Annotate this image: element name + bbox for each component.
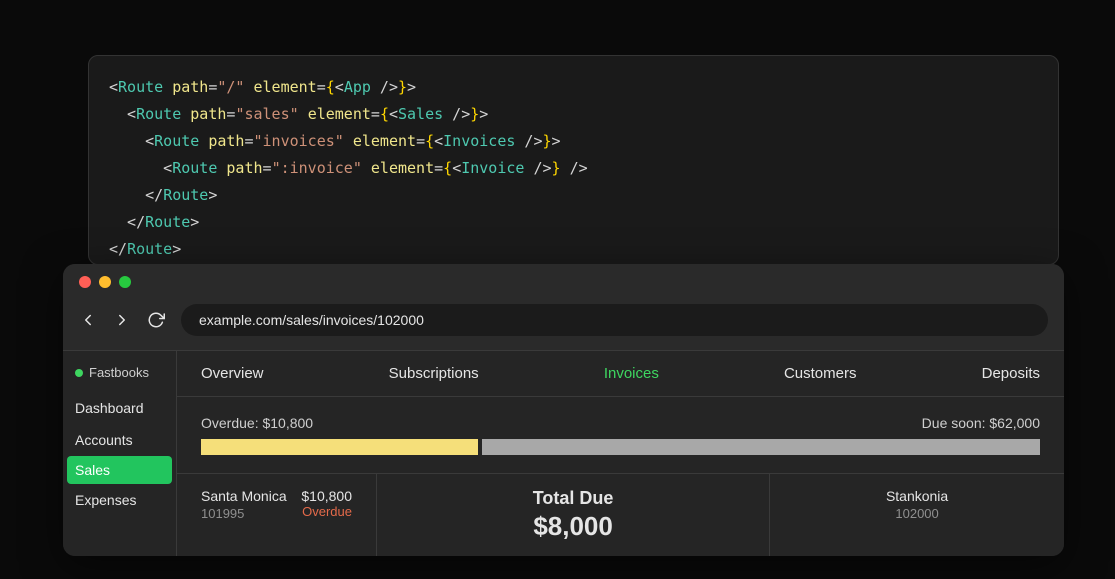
invoice-name: Santa Monica: [201, 488, 287, 504]
code-line: </Route>: [109, 209, 1038, 236]
refresh-icon[interactable]: [147, 311, 165, 329]
progress-overdue-segment: [201, 439, 478, 455]
tab-subscriptions[interactable]: Subscriptions: [389, 365, 479, 382]
window-controls: [63, 264, 1064, 300]
sidebar-item-sales[interactable]: Sales: [67, 456, 172, 484]
close-icon[interactable]: [79, 276, 91, 288]
brand-dot-icon: [75, 369, 83, 377]
brand: Fastbooks: [63, 365, 176, 392]
forward-icon[interactable]: [113, 311, 131, 329]
invoice-card-left[interactable]: Santa Monica 101995 $10,800 Overdue: [177, 474, 377, 556]
code-line: <Route path="/" element={<App />}>: [109, 74, 1038, 101]
sidebar-item-dashboard[interactable]: Dashboard: [63, 392, 176, 424]
minimize-icon[interactable]: [99, 276, 111, 288]
invoice-id: 102000: [794, 506, 1040, 521]
tabs-row: Overview Subscriptions Invoices Customers De…: [177, 351, 1064, 397]
brand-name: Fastbooks: [89, 365, 149, 380]
maximize-icon[interactable]: [119, 276, 131, 288]
duesoon-label: Due soon: $62,000: [922, 415, 1040, 431]
overdue-label: Overdue: $10,800: [201, 415, 313, 431]
summary-section: Overdue: $10,800 Due soon: $62,000: [177, 397, 1064, 455]
tab-overview[interactable]: Overview: [201, 365, 264, 382]
code-line: <Route path="invoices" element={<Invoice…: [109, 128, 1038, 155]
code-line: <Route path="sales" element={<Sales />}>: [109, 101, 1038, 128]
invoice-card-center[interactable]: Total Due $8,000: [377, 474, 770, 556]
total-due-label: Total Due: [401, 488, 745, 509]
main-content: Overview Subscriptions Invoices Customers De…: [177, 351, 1064, 556]
code-line: </Route>: [109, 236, 1038, 263]
sidebar: Fastbooks DashboardAccountsSalesExpenses: [63, 351, 177, 556]
invoice-id: 101995: [201, 506, 287, 521]
tab-customers[interactable]: Customers: [784, 365, 857, 382]
tab-deposits[interactable]: Deposits: [982, 365, 1040, 382]
total-due-amount: $8,000: [401, 511, 745, 542]
browser-toolbar: example.com/sales/invoices/102000: [63, 300, 1064, 350]
sidebar-item-accounts[interactable]: Accounts: [63, 424, 176, 456]
code-line: <Route path=":invoice" element={<Invoice…: [109, 155, 1038, 182]
invoice-amount: $10,800: [301, 488, 352, 504]
url-bar[interactable]: example.com/sales/invoices/102000: [181, 304, 1048, 336]
tab-invoices[interactable]: Invoices: [604, 365, 659, 382]
code-block: <Route path="/" element={<App />}> <Rout…: [88, 55, 1059, 265]
invoice-name: Stankonia: [794, 488, 1040, 504]
back-icon[interactable]: [79, 311, 97, 329]
code-line: </Route>: [109, 182, 1038, 209]
sidebar-item-expenses[interactable]: Expenses: [63, 484, 176, 516]
browser-window: example.com/sales/invoices/102000 Fastbo…: [63, 264, 1064, 556]
invoice-status: Overdue: [301, 504, 352, 519]
progress-duesoon-segment: [482, 439, 1040, 455]
invoice-row: Santa Monica 101995 $10,800 Overdue Tota…: [177, 473, 1064, 556]
progress-bar: [201, 439, 1040, 455]
invoice-card-right[interactable]: Stankonia 102000: [770, 474, 1064, 556]
